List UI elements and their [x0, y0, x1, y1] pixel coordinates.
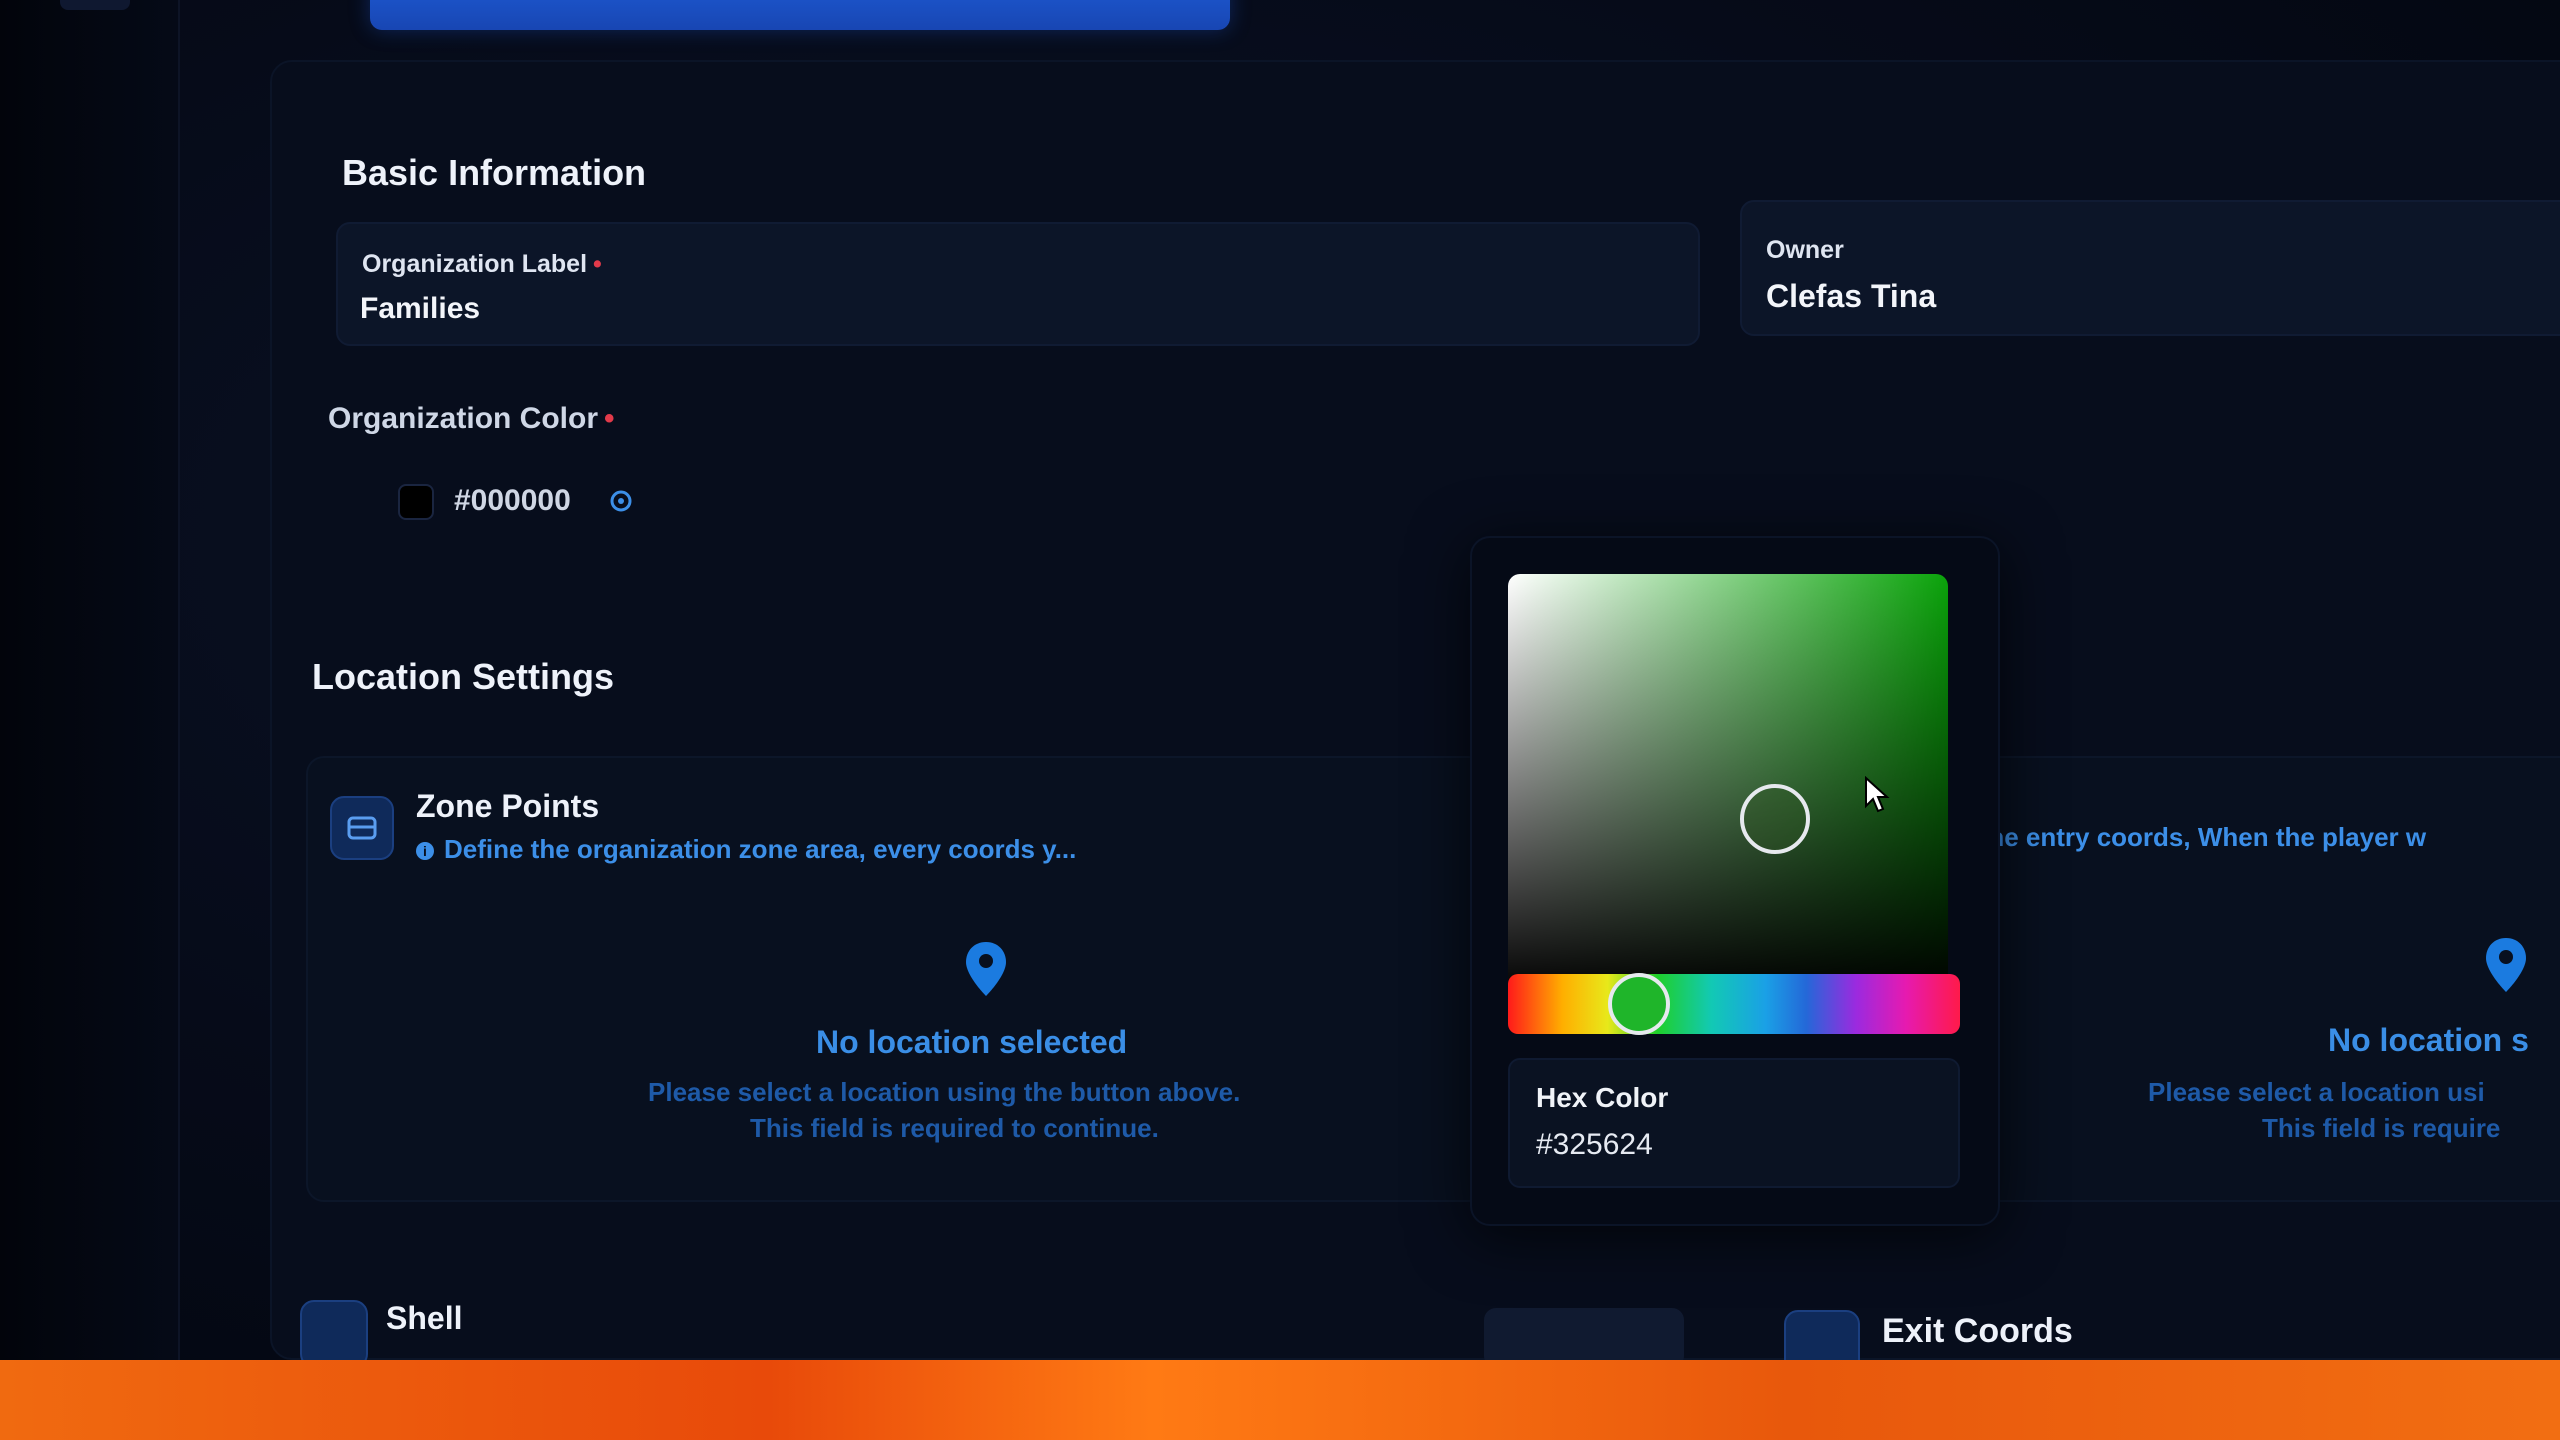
hex-color-value: #325624	[1536, 1128, 1653, 1161]
hue-handle[interactable]	[1608, 973, 1671, 1035]
no-location-hint-line1: Please select a location usi	[2148, 1077, 2485, 1107]
saturation-handle[interactable]	[1740, 784, 1810, 854]
hex-color-input[interactable]: Hex Color #325624	[1508, 1058, 1960, 1188]
color-swatch[interactable]	[398, 484, 434, 520]
owner-caption: Owner	[1766, 236, 1844, 264]
app-screen: Basic Information Organization Label • Fa…	[0, 0, 2560, 1360]
primary-action-button[interactable]	[370, 0, 1230, 30]
sidebar-item[interactable]	[60, 0, 130, 10]
organization-label-caption: Organization Label •	[362, 250, 602, 278]
basic-info-title: Basic Information	[342, 152, 647, 193]
entry-coords-description: e the entry coords, When the player w	[1958, 822, 2427, 852]
hue-slider[interactable]	[1508, 973, 1960, 1035]
organization-label-value: Families	[360, 292, 481, 325]
shell-icon	[300, 1300, 368, 1360]
info-icon: i	[416, 842, 434, 860]
desktop-background-strip	[0, 1360, 2560, 1440]
location-settings-title: Location Settings	[312, 656, 615, 697]
location-pin-icon	[2486, 938, 2526, 992]
organization-color-label: Organization Color •	[328, 402, 615, 435]
saturation-area[interactable]	[1508, 574, 1948, 994]
select-location-button[interactable]	[1484, 1308, 1684, 1360]
no-location-hint-line2: This field is required to continue.	[750, 1113, 1159, 1143]
no-location-title: No location selected	[816, 1024, 1128, 1060]
location-pin-icon	[966, 942, 1006, 996]
shell-title: Shell	[386, 1300, 463, 1336]
zone-icon	[330, 796, 394, 860]
owner-value: Clefas Tina	[1766, 278, 1937, 314]
no-location-hint-line2: This field is require	[2262, 1113, 2501, 1143]
organization-color-value: #000000	[454, 484, 571, 517]
edit-color-icon[interactable]	[608, 486, 634, 516]
exit-coords-icon	[1784, 1310, 1860, 1360]
mouse-cursor-icon	[1865, 776, 1890, 813]
color-picker-popover: Hex Color #325624	[1470, 536, 2000, 1226]
exit-coords-title: Exit Coords	[1882, 1312, 2073, 1350]
zone-points-title: Zone Points	[416, 788, 600, 824]
owner-field[interactable]: Owner Clefas Tina	[1740, 200, 2560, 336]
organization-label-field[interactable]: Organization Label • Families	[336, 222, 1700, 346]
no-location-hint-line1: Please select a location using the butto…	[648, 1077, 1241, 1107]
zone-points-description: i Define the organization zone area, ever…	[416, 834, 1076, 865]
hex-color-label: Hex Color	[1536, 1082, 1669, 1113]
sidebar	[0, 0, 180, 1360]
no-location-title: No location s	[2328, 1022, 2529, 1058]
